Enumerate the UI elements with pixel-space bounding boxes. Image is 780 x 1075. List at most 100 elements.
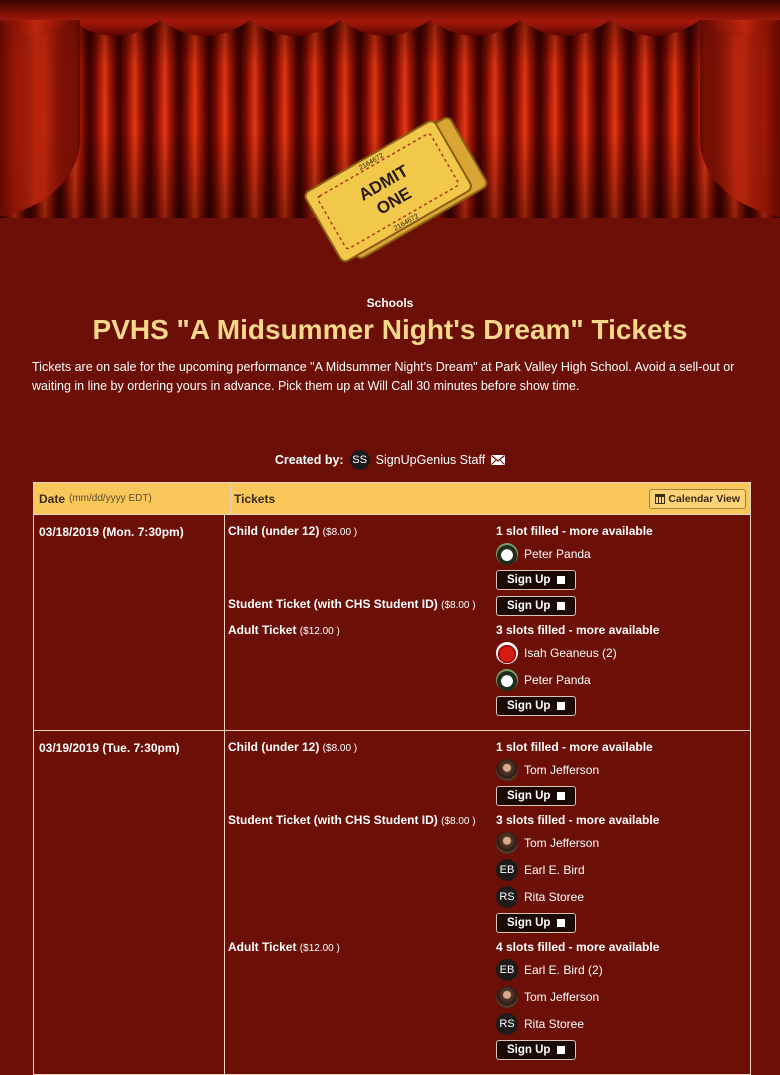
participant: Tom Jefferson (496, 986, 750, 1008)
table-body: 03/18/2019 (Mon. 7:30pm) Child (under 12)… (34, 515, 750, 1075)
page-title: PVHS "A Midsummer Night's Dream" Tickets (92, 314, 688, 345)
slot-price: ($12.00 ) (299, 943, 340, 954)
participant-name: Tom Jefferson (524, 836, 600, 850)
sign-up-button[interactable]: Sign Up (496, 1040, 577, 1060)
sign-up-button[interactable]: Sign Up (496, 596, 577, 616)
participant-name: Earl E. Bird (2) (524, 963, 603, 977)
table-header: Date (mm/dd/yyyy EDT) Tickets Calendar Vi… (34, 482, 750, 515)
checkbox-icon (557, 602, 566, 610)
checkbox-icon (557, 792, 566, 800)
participant-name: Isah Geaneus (2) (524, 646, 617, 660)
category-label: Schools (366, 296, 414, 310)
slot-price: ($8.00 ) (322, 743, 358, 754)
slot-status: 1 slot filled - more available Tom Jeffer… (496, 739, 750, 812)
tom-avatar-icon (496, 986, 518, 1008)
slot-price: ($12.00 ) (299, 626, 340, 637)
admit-one-ticket-icon: ADMIT ONE 2164672 2164672 (304, 117, 488, 263)
calendar-icon (655, 494, 666, 504)
slot-name: Student Ticket (with CHS Student ID) ($8… (228, 813, 476, 827)
participant-avatar: EB (496, 859, 518, 881)
creator-name[interactable]: SignUpGenius Staff (376, 453, 486, 467)
sign-up-label: Sign Up (507, 790, 551, 802)
slot-status: 1 slot filled - more available Peter Pand… (496, 523, 750, 596)
date-column-header: Date (mm/dd/yyyy EDT) (34, 483, 231, 514)
apple-avatar-icon (496, 642, 518, 664)
participant-avatar: RS (496, 1013, 518, 1035)
slots-filled-text: 3 slots filled - more available (496, 623, 660, 637)
slots-filled-text: 3 slots filled - more available (496, 813, 660, 827)
sign-up-label: Sign Up (507, 574, 551, 586)
slots-filled-text: 1 slot filled - more available (496, 524, 653, 538)
participant-name: Peter Panda (524, 673, 591, 687)
slot-status: 4 slots filled - more available EB Earl E.… (496, 939, 750, 1066)
slot-name: Student Ticket (with CHS Student ID) ($8… (228, 597, 476, 611)
sign-up-label: Sign Up (507, 700, 551, 712)
participant-name: Rita Storee (524, 1017, 585, 1031)
calendar-view-button[interactable]: Calendar View (649, 489, 746, 509)
ticket-slot: Child (under 12) ($8.00 ) 1 slot filled -… (228, 523, 750, 596)
page-description: Tickets are on sale for the upcoming per… (32, 360, 735, 393)
sign-up-label: Sign Up (507, 600, 551, 612)
slot-name: Child (under 12) ($8.00 ) (228, 740, 358, 754)
tom-avatar-icon (496, 759, 518, 781)
checkbox-icon (557, 702, 566, 710)
slot-status: 3 slots filled - more available Tom Jeffe… (496, 812, 750, 939)
participant: Peter Panda (496, 543, 750, 565)
sign-up-button[interactable]: Sign Up (496, 913, 577, 933)
participant-name: Rita Storee (524, 890, 585, 904)
ticket-slot: Adult Ticket ($12.00 ) 3 slots filled - m… (228, 622, 750, 722)
slot-name: Child (under 12) ($8.00 ) (228, 524, 358, 538)
slot-price: ($8.00 ) (441, 600, 476, 611)
participant: EB Earl E. Bird (496, 859, 750, 881)
participant-avatar: RS (496, 886, 518, 908)
tom-avatar-icon (496, 832, 518, 854)
slot-status: 3 slots filled - more available Isah Gean… (496, 622, 750, 722)
participant-name: Peter Panda (524, 547, 591, 561)
date-row: 03/18/2019 (Mon. 7:30pm) Child (under 12)… (34, 515, 750, 731)
tickets-column-header: Tickets (234, 491, 276, 506)
checkbox-icon (557, 1046, 566, 1054)
slots-filled-text: 4 slots filled - more available (496, 940, 660, 954)
sign-up-button[interactable]: Sign Up (496, 786, 577, 806)
participant: Isah Geaneus (2) (496, 642, 750, 664)
panda-avatar-icon (496, 543, 518, 565)
participant-avatar: EB (496, 959, 518, 981)
panda-avatar-icon (496, 669, 518, 691)
sign-up-button[interactable]: Sign Up (496, 696, 577, 716)
slot-name: Adult Ticket ($12.00 ) (228, 623, 340, 637)
checkbox-icon (557, 919, 566, 927)
checkbox-icon (557, 576, 566, 584)
sign-up-label: Sign Up (507, 917, 551, 929)
participant: RS Rita Storee (496, 1013, 750, 1035)
created-by: Created by: SS SignUpGenius Staff (0, 450, 780, 470)
date-cell: 03/18/2019 (Mon. 7:30pm) (34, 515, 225, 730)
slot-status: Sign Up (496, 596, 750, 622)
ticket-slot: Child (under 12) ($8.00 ) 1 slot filled -… (228, 739, 750, 812)
slot-price: ($8.00 ) (441, 816, 476, 827)
participant: RS Rita Storee (496, 886, 750, 908)
creator-avatar: SS (349, 450, 370, 470)
slot-price: ($8.00 ) (322, 527, 358, 538)
participant: Tom Jefferson (496, 759, 750, 781)
slot-name: Adult Ticket ($12.00 ) (228, 940, 340, 954)
participant: Tom Jefferson (496, 832, 750, 854)
slots-cell: Child (under 12) ($8.00 ) 1 slot filled -… (225, 515, 750, 730)
participant-name: Tom Jefferson (524, 990, 600, 1004)
participant: EB Earl E. Bird (2) (496, 959, 750, 981)
curtain-valance (0, 0, 780, 36)
right-drape (700, 20, 780, 218)
participant-name: Earl E. Bird (524, 863, 585, 877)
signup-table: Date (mm/dd/yyyy EDT) Tickets Calendar Vi… (33, 482, 751, 1075)
slots-filled-text: 1 slot filled - more available (496, 740, 653, 754)
slots-cell: Child (under 12) ($8.00 ) 1 slot filled -… (225, 731, 750, 1074)
date-row: 03/19/2019 (Tue. 7:30pm) Child (under 12)… (34, 731, 750, 1075)
sign-up-label: Sign Up (507, 1044, 551, 1056)
ticket-slot: Student Ticket (with CHS Student ID) ($8… (228, 812, 750, 939)
envelope-icon[interactable] (491, 455, 506, 465)
participant-name: Tom Jefferson (524, 763, 600, 777)
left-drape (0, 20, 80, 218)
ticket-slot: Student Ticket (with CHS Student ID) ($8… (228, 596, 750, 622)
ticket-slot: Adult Ticket ($12.00 ) 4 slots filled - m… (228, 939, 750, 1066)
created-by-label: Created by: (274, 453, 344, 467)
sign-up-button[interactable]: Sign Up (496, 570, 577, 590)
